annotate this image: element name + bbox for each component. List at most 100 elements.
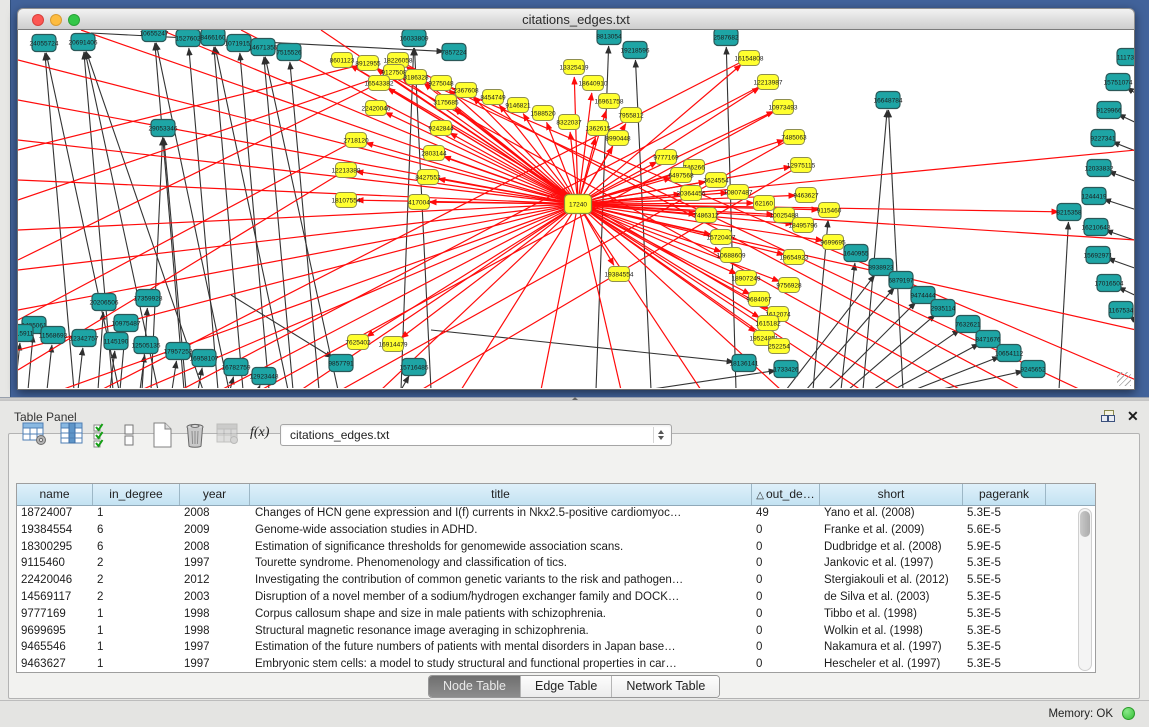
table-row[interactable]: 946362711997Embryonic stem cells: a mode… bbox=[17, 656, 1095, 672]
graph-node-label: 12213389 bbox=[332, 167, 361, 174]
graph-node-label: 9684067 bbox=[746, 296, 772, 303]
table-cell: Investigating the contribution of common… bbox=[250, 572, 752, 589]
table-cell: 49 bbox=[752, 505, 820, 522]
table-row[interactable]: 2242004622012Investigating the contribut… bbox=[17, 572, 1095, 589]
table-cell: 5.3E-5 bbox=[963, 639, 1046, 656]
network-view-window: citations_edges.txt 24055724 20691406 1065… bbox=[17, 8, 1135, 390]
table-row[interactable]: 1456911722003Disruption of a novel membe… bbox=[17, 589, 1095, 606]
graph-edge bbox=[786, 275, 875, 388]
graph-node-label: 7625402 bbox=[345, 339, 371, 346]
table-cell: Tibbo et al. (1998) bbox=[820, 606, 963, 623]
table-body: 1872400712008Changes of HCN gene express… bbox=[17, 505, 1095, 672]
column-header-title[interactable]: title bbox=[250, 484, 752, 505]
graph-node-label: 1640955 bbox=[843, 250, 869, 257]
table-cell: 5.6E-5 bbox=[963, 522, 1046, 539]
column-header-name[interactable]: name bbox=[17, 484, 93, 505]
table-cell: 5.5E-5 bbox=[963, 572, 1046, 589]
function-builder-icon[interactable]: f(x) bbox=[250, 425, 269, 441]
graph-node-label: 20206506 bbox=[90, 299, 119, 306]
scrollbar-thumb[interactable] bbox=[1080, 511, 1090, 537]
graph-edge bbox=[1107, 258, 1134, 271]
graph-node-label: 24055724 bbox=[30, 40, 59, 47]
table-cell: 1 bbox=[93, 656, 180, 672]
table-cell: Tourette syndrome. Phenomenology and cla… bbox=[250, 555, 752, 572]
table-cell: 0 bbox=[752, 606, 820, 623]
table-settings-icon[interactable] bbox=[22, 422, 48, 451]
graph-node-label: 9777169 bbox=[653, 154, 679, 161]
table-row[interactable]: 1938455462009Genome-wide association stu… bbox=[17, 522, 1095, 539]
table-cell: Estimation of the future numbers of pati… bbox=[250, 639, 752, 656]
graph-node-label: 20691406 bbox=[69, 39, 98, 46]
graph-node-label: 15716485 bbox=[400, 364, 429, 371]
graph-node-label: 3175685 bbox=[433, 99, 459, 106]
graph-node-label: 1527602 bbox=[175, 35, 201, 42]
table-selector-value: citations_edges.txt bbox=[290, 428, 389, 442]
table-row[interactable]: 977716911998Corpus callosum shape and si… bbox=[17, 606, 1095, 623]
graph-node-label: 7485063 bbox=[781, 134, 807, 141]
import-table-icon[interactable] bbox=[216, 422, 240, 451]
graph-node-label: 9756928 bbox=[776, 282, 802, 289]
select-all-columns-icon[interactable] bbox=[93, 422, 113, 453]
graph-node-label: 16210643 bbox=[1082, 224, 1111, 231]
column-header-pagerank[interactable]: pagerank bbox=[963, 484, 1046, 505]
graph-node-label: 8215358 bbox=[1056, 209, 1082, 216]
graph-node-label: 8601123 bbox=[330, 57, 355, 64]
graph-node-label: 7955812 bbox=[618, 112, 644, 119]
dropdown-stepper-icon[interactable] bbox=[653, 427, 668, 443]
column-header-short[interactable]: short bbox=[820, 484, 963, 505]
create-table-icon[interactable] bbox=[152, 422, 174, 454]
table-row[interactable]: 1872400712008Changes of HCN gene express… bbox=[17, 505, 1095, 522]
column-header-in-degree[interactable]: in_degree bbox=[93, 484, 180, 505]
memory-status-label: Memory: OK bbox=[1048, 708, 1113, 720]
row-height-icon[interactable] bbox=[124, 422, 136, 453]
graph-node-label: 9275048 bbox=[428, 80, 454, 87]
status-bar: Memory: OK bbox=[0, 700, 1149, 727]
citation-network-graph[interactable]: 2405572420691406106552471527602846616010… bbox=[18, 30, 1134, 388]
graph-node-label: 9463627 bbox=[793, 192, 819, 199]
window-title: citations_edges.txt bbox=[18, 12, 1134, 27]
graph-node-label: 11568693 bbox=[39, 332, 68, 339]
table-row[interactable]: 1830029562008Estimation of significance … bbox=[17, 539, 1095, 556]
graph-node-label: 8322037 bbox=[556, 119, 582, 126]
column-chooser-icon[interactable] bbox=[60, 422, 84, 451]
column-header-year[interactable]: year bbox=[180, 484, 250, 505]
graph-edge bbox=[889, 110, 903, 388]
graph-node-label: 10973493 bbox=[769, 104, 798, 111]
graph-node-label: 3915911 bbox=[18, 330, 34, 337]
graph-edge bbox=[221, 204, 578, 388]
tab-network-table[interactable]: Network Table bbox=[612, 676, 719, 697]
table-cell: Embryonic stem cells: a model to study s… bbox=[250, 656, 752, 672]
network-canvas[interactable]: 2405572420691406106552471527602846616010… bbox=[17, 30, 1135, 390]
graph-node-label: 1244419 bbox=[1081, 193, 1107, 200]
table-cell: 18300295 bbox=[17, 539, 93, 556]
table-cell: 2 bbox=[93, 589, 180, 606]
window-titlebar[interactable]: citations_edges.txt bbox=[17, 8, 1135, 30]
graph-node-label: 8186328 bbox=[403, 74, 429, 81]
table-cell: 0 bbox=[752, 639, 820, 656]
table-row[interactable]: 969969511998Structural magnetic resonanc… bbox=[17, 623, 1095, 640]
graph-node-label: 17240 bbox=[569, 201, 587, 208]
table-selector-dropdown[interactable]: citations_edges.txt bbox=[280, 424, 672, 446]
table-cell: 5.3E-5 bbox=[963, 589, 1046, 606]
table-cell: 5.9E-5 bbox=[963, 539, 1046, 556]
graph-node-label: 10654112 bbox=[995, 350, 1024, 357]
application-window: citations_edges.txt 24055724 20691406 1065… bbox=[0, 0, 1149, 727]
graph-node-label: 16958107 bbox=[190, 355, 219, 362]
memory-status-indicator bbox=[1122, 707, 1135, 720]
column-header-out-degree[interactable]: △out_de… bbox=[752, 484, 820, 505]
table-row[interactable]: 946554611997Estimation of the future num… bbox=[17, 639, 1095, 656]
table-cell: de Silva et al. (2003) bbox=[820, 589, 963, 606]
table-vertical-scrollbar[interactable] bbox=[1078, 508, 1092, 671]
tab-edge-table[interactable]: Edge Table bbox=[521, 676, 612, 697]
table-cell: 9115460 bbox=[17, 555, 93, 572]
table-row[interactable]: 911546021997Tourette syndrome. Phenomeno… bbox=[17, 555, 1095, 572]
graph-edge bbox=[230, 377, 233, 388]
delete-table-icon[interactable] bbox=[183, 422, 207, 455]
graph-node-label: 1145190 bbox=[104, 338, 129, 345]
graph-edge bbox=[290, 62, 319, 388]
tab-node-table[interactable]: Node Table bbox=[429, 676, 521, 697]
graph-node-label: 1733426 bbox=[773, 366, 799, 373]
graph-node-label: 9115460 bbox=[817, 207, 842, 214]
table-cell: Jankovic et al. (1997) bbox=[820, 555, 963, 572]
window-resize-grip[interactable] bbox=[1117, 372, 1131, 386]
